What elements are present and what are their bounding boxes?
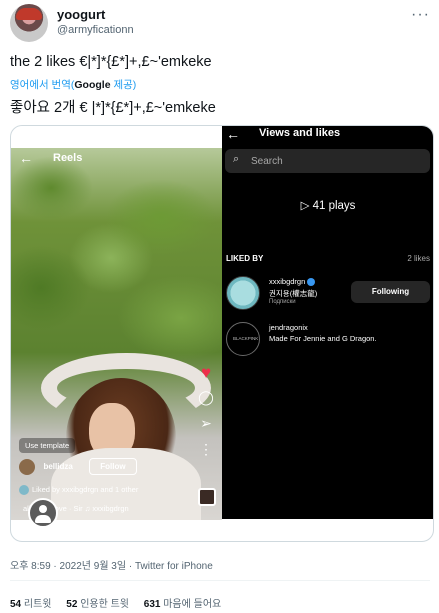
liker-username: xxxibgdrgn: [269, 277, 316, 287]
liker-avatar: [226, 276, 260, 310]
google-label: Google: [74, 79, 111, 91]
translation-prefix: 영어에서 번역(: [10, 79, 75, 91]
translated-text: 좋아요 2개 € |*]*{£*]+,£~'emkeke: [10, 100, 216, 116]
author-display-name[interactable]: yoogurt: [57, 7, 105, 22]
views-search-bar: ⌕: [225, 149, 430, 173]
reel-follow-button: Follow: [89, 458, 137, 476]
author-handle[interactable]: @armyficationn: [57, 24, 134, 36]
liker-username: jendragonix: [269, 323, 308, 332]
liker-subtitle-2: Подписки: [269, 299, 296, 305]
reel-side-actions: ♥ ◯ ➢ ⋮: [196, 363, 216, 467]
tweet-media[interactable]: ← Reels ♥ ◯ ➢ ⋮ Use template bellidza Fo…: [10, 125, 434, 542]
retweets-label: 리트윗: [23, 599, 52, 610]
quotes-stat[interactable]: 52 인용한 트윗: [66, 599, 129, 610]
search-icon: ⌕: [233, 153, 240, 165]
reel-title: Reels: [53, 152, 83, 164]
plays-count: ▷ 41 plays: [300, 200, 356, 212]
quotes-count: 52: [66, 599, 78, 610]
tweet-text: the 2 likes €|*]*{£*]+,£~'emkeke: [10, 54, 212, 70]
verified-badge-icon: [307, 278, 316, 287]
reel-liked-by-text: Liked by xxxibgdrgn and 1 other: [32, 485, 139, 494]
likes-stat[interactable]: 631 마음에 들어요: [144, 599, 221, 610]
liked-by-label: LIKED BY: [226, 254, 264, 263]
more-icon: ⋮: [199, 441, 213, 457]
views-title: Views and likes: [259, 127, 341, 139]
heart-icon: ♥: [200, 363, 212, 382]
liker-subtitle: 권지용(權志龍): [269, 289, 318, 298]
user-avatar-icon: [28, 498, 58, 528]
likes-count: 2 likes: [407, 254, 430, 263]
divider: [10, 580, 430, 581]
use-template-label: Use template: [25, 441, 70, 450]
tweet-header: yoogurt @armyficationn ···: [10, 4, 430, 44]
translation-note[interactable]: 영어에서 번역(Google 제공): [10, 77, 136, 92]
likes-count-total: 631: [143, 599, 161, 610]
reel-screenshot: ← Reels ♥ ◯ ➢ ⋮ Use template bellidza Fo…: [11, 148, 222, 520]
arrow-left-icon: ←: [19, 150, 33, 166]
tweet-stats: 54 리트윗 52 인용한 트윗 631 마음에 들어요: [10, 595, 233, 610]
liker-avatar-text: BLACKPINK: [233, 336, 259, 341]
following-button: Following: [351, 281, 430, 303]
music-thumbnail: [198, 488, 216, 506]
liker-username-text: xxxibgdrgn: [269, 277, 306, 286]
comment-icon: ◯: [198, 389, 214, 405]
liker-row: BLACKPINK jendragonix Made For Jennie an…: [226, 322, 432, 356]
quotes-label: 인용한 트윗: [80, 599, 129, 610]
liker-subtitle: Made For Jennie and G Dragon.: [269, 334, 377, 343]
reel-user-row: bellidza Follow: [19, 458, 137, 478]
author-avatar[interactable]: [10, 4, 48, 42]
tweet-meta[interactable]: 오후 8:59 · 2022년 9월 3일 · Twitter for iPho…: [10, 557, 213, 572]
retweets-count: 54: [10, 599, 22, 610]
liker-mini-avatar: [19, 485, 29, 496]
likes-label: 마음에 들어요: [163, 599, 222, 610]
reel-user-avatar: [19, 458, 35, 475]
views-search-input: [251, 153, 421, 169]
liker-avatar: BLACKPINK: [226, 322, 260, 356]
use-template-badge: Use template: [19, 438, 76, 453]
retweets-stat[interactable]: 54 리트윗: [10, 599, 52, 610]
arrow-left-icon: ←: [226, 126, 240, 142]
reel-username: bellidza: [43, 462, 73, 472]
reel-liked-by: Liked by xxxibgdrgn and 1 other: [19, 485, 139, 496]
send-icon: ➢: [200, 415, 212, 431]
liker-row: xxxibgdrgn 권지용(權志龍) Подписки Following: [226, 276, 432, 310]
views-likes-panel: ← Views and likes ⌕ ▷ 41 plays LIKED BY …: [222, 126, 433, 519]
reel-topbar: ← Reels: [11, 148, 222, 170]
more-options-icon[interactable]: ···: [411, 6, 430, 24]
translation-suffix: 제공): [110, 79, 137, 91]
